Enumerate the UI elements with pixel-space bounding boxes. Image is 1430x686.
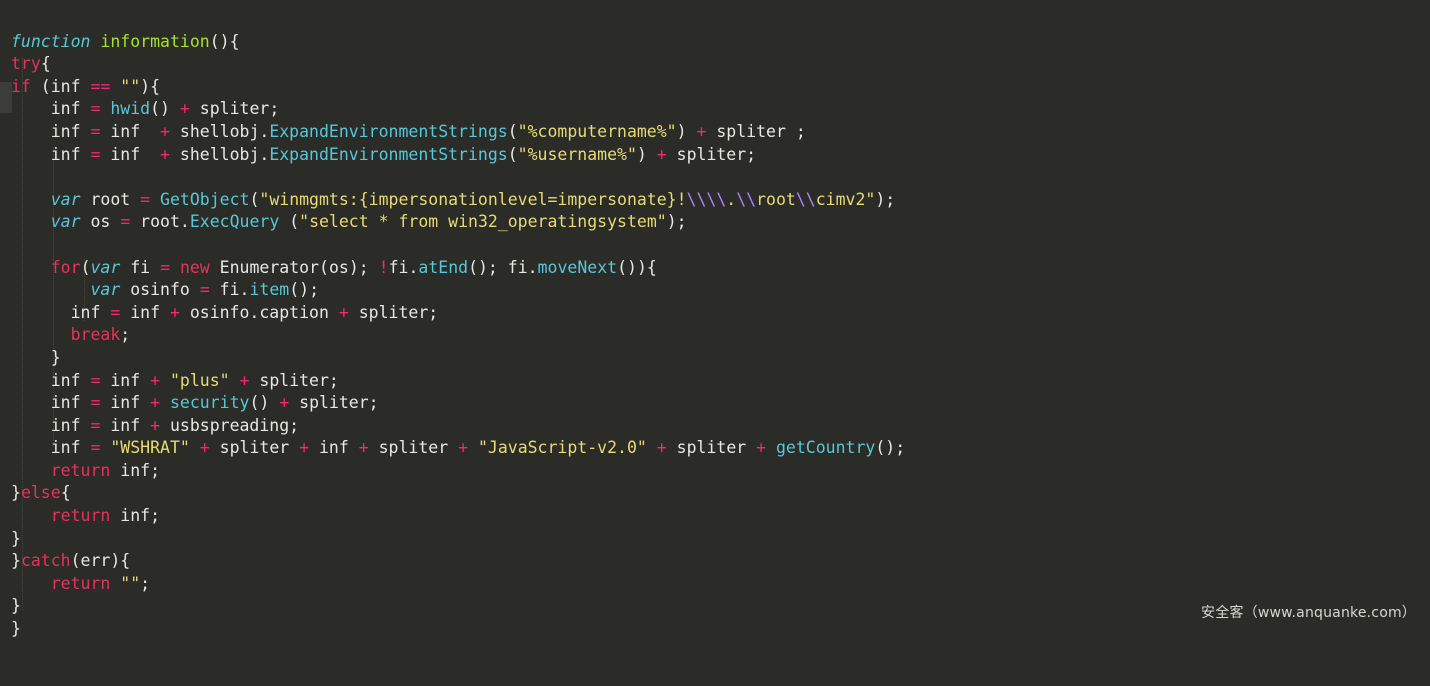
- code-line: }catch(err){: [11, 551, 131, 571]
- code-line: inf = hwid() + spliter;: [11, 99, 280, 119]
- code-line: if (inf == ""){: [11, 76, 161, 96]
- code-line: inf = "WSHRAT" + spliter + inf + spliter…: [11, 438, 906, 458]
- code-line: var os = root.ExecQuery ("select * from …: [50, 212, 687, 232]
- code-line: }: [11, 528, 21, 548]
- code-line: }else{: [11, 483, 71, 503]
- code-line: inf = inf + osinfo.caption + spliter;: [11, 302, 439, 322]
- code-line: }: [11, 347, 61, 367]
- code-editor[interactable]: function information(){ try{if (inf == ""…: [0, 0, 1430, 638]
- code-line: return inf;: [50, 460, 161, 480]
- code-line: inf = inf + shellobj.ExpandEnvironmentSt…: [11, 121, 806, 141]
- code-line: function information(){: [11, 31, 240, 51]
- site-watermark: 安全客（www.anquanke.com）: [1201, 605, 1416, 621]
- code-line: return "";: [50, 573, 151, 593]
- code-line: var osinfo = fi.item();: [90, 280, 320, 300]
- code-line: inf = inf + usbspreading;: [11, 415, 300, 435]
- code-content[interactable]: function information(){ try{if (inf == ""…: [0, 8, 1430, 686]
- code-line: break;: [70, 325, 131, 345]
- code-line: inf = inf + shellobj.ExpandEnvironmentSt…: [11, 144, 757, 164]
- code-line: return inf;: [50, 506, 161, 526]
- code-line: try{: [11, 54, 51, 74]
- code-line: inf = inf + "plus" + spliter;: [11, 370, 339, 390]
- code-line: for(var fi = new Enumerator(os); !fi.atE…: [50, 257, 657, 277]
- code-line: inf = inf + security() + spliter;: [11, 393, 379, 413]
- code-line: var root = GetObject("winmgmts:{imperson…: [50, 189, 896, 209]
